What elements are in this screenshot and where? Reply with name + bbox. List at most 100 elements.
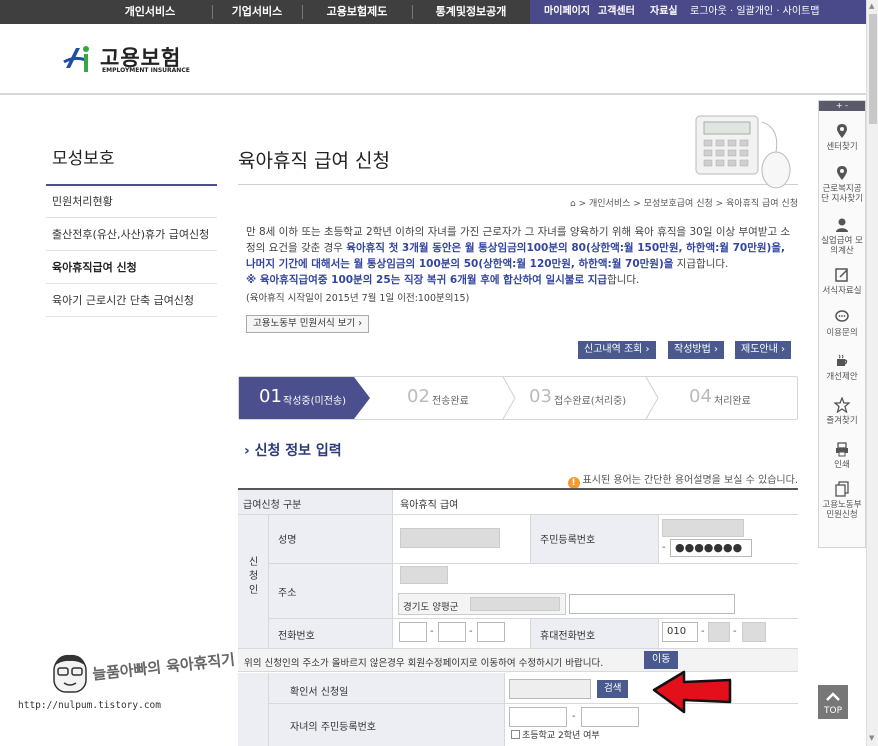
phone-field-2[interactable] <box>438 622 466 642</box>
quick-forms[interactable]: 서식자료실 <box>819 267 865 296</box>
left-menu-item-parental-leave[interactable]: 육아휴직급여 신청 <box>46 252 217 284</box>
phone-field-3[interactable] <box>477 622 505 642</box>
address-detail-redacted <box>470 597 560 611</box>
col-divider <box>268 673 269 746</box>
mobile-label: 휴대전화번호 <box>540 631 596 642</box>
elementary-check-label: 초등학교 2학년 여부 <box>522 731 600 741</box>
quick-label: 인쇄 <box>834 460 850 470</box>
phone-field-1[interactable] <box>399 622 427 642</box>
nav-insurance-system[interactable]: 고용보험제도 <box>302 0 412 24</box>
header-divider <box>0 93 866 95</box>
quick-label: 실업급여 모의계산 <box>821 236 863 256</box>
quick-benefit-calc[interactable]: 실업급여 모의계산 <box>819 217 865 256</box>
step-4-number: 04 <box>689 386 712 407</box>
step-chevron-icon <box>502 377 516 419</box>
quick-menu-toggle[interactable]: + - <box>819 101 865 111</box>
scroll-up-icon[interactable]: ▲ <box>869 2 874 10</box>
rrn-front-redacted <box>662 519 744 537</box>
child-rrn-front-field[interactable] <box>509 707 567 727</box>
left-menu-title: 모성보호 <box>52 149 115 169</box>
move-to-member-edit-button[interactable]: 이동 <box>644 651 679 669</box>
nav-personal-service[interactable]: 개인서비스 <box>100 0 200 24</box>
nav-business-service[interactable]: 기업서비스 <box>212 0 302 24</box>
quick-civil-petition[interactable]: 고용노동부 민원신청 <box>819 481 865 520</box>
help-note: ! 표시된 용어는 간단한 용어설명을 보실 수 있습니다. <box>567 471 798 489</box>
child-rrn-back-field[interactable] <box>581 707 639 727</box>
col-divider <box>658 619 659 648</box>
left-menu-item-status[interactable]: 민원처리현황 <box>46 186 217 218</box>
home-icon[interactable]: ⌂ <box>570 199 576 209</box>
scrollbar-thumb[interactable] <box>869 14 877 124</box>
logo-mark-icon <box>63 46 89 72</box>
rrn-dash: - <box>662 542 666 553</box>
nav-statistics[interactable]: 통계및정보공개 <box>412 0 530 24</box>
address-label: 주소 <box>278 588 297 599</box>
scroll-top-button[interactable]: TOP <box>818 685 848 719</box>
vertical-scrollbar[interactable]: ▲ ▼ <box>866 0 878 746</box>
step-2-label: 전송완료 <box>432 396 469 407</box>
col-divider <box>268 515 269 648</box>
lower-header-bg <box>238 673 268 746</box>
quick-suggestion[interactable]: 개선제안 <box>819 353 865 382</box>
col-divider <box>504 673 505 746</box>
quick-branch-search[interactable]: 근로복지공단 지사찾기 <box>819 165 865 204</box>
confirm-date-field[interactable] <box>509 679 591 699</box>
checkbox-icon[interactable] <box>511 730 520 739</box>
mobile-prefix-select[interactable]: 010 <box>662 622 698 642</box>
utility-links[interactable]: 로그아웃 · 일괄개인 · 사이트맵 <box>690 0 819 24</box>
intro-highlight-2: ※ 육아휴직급여중 100분의 25는 직장 복귀 6개월 후에 합산하여 일시… <box>246 274 608 286</box>
page-title: 육아휴직 급여 신청 <box>238 150 390 172</box>
nav-data-room[interactable]: 자료실 <box>650 0 678 24</box>
postcode-redacted <box>400 566 448 584</box>
child-rrn-dash: - <box>572 711 576 722</box>
step-3-label: 접수완료(처리중) <box>554 396 627 407</box>
scroll-down-icon[interactable]: ▼ <box>869 734 874 742</box>
logo-subtitle: EMPLOYMENT INSURANCE <box>102 67 190 74</box>
quick-print[interactable]: 인쇄 <box>819 441 865 470</box>
history-lookup-button[interactable]: 신고내역 조회 › <box>578 341 656 359</box>
step-4-label: 처리완료 <box>714 396 751 407</box>
nav-mypage[interactable]: 마이페이지 <box>544 0 590 24</box>
intro-paragraph: 만 8세 이하 또는 초등학교 2학년 이하의 자녀를 가진 근로자가 그 자녀… <box>246 224 798 288</box>
col-divider <box>530 515 531 563</box>
watermark-title: 늘품아빠의 육아휴직기 <box>91 650 236 684</box>
view-forms-button[interactable]: 고용노동부 민원서식 보기 › <box>246 315 369 333</box>
quick-favorites[interactable]: 즐겨찾기 <box>819 397 865 426</box>
system-guide-button[interactable]: 제도안내 › <box>735 341 791 359</box>
quick-label: 고용노동부 민원신청 <box>822 500 862 520</box>
rrn-back-field[interactable]: ●●●●●●● <box>670 539 752 557</box>
how-to-write-button[interactable]: 작성방법 › <box>668 341 724 359</box>
mobile-mid-redacted <box>708 622 730 642</box>
chevron-up-icon <box>826 692 840 701</box>
star-icon <box>834 397 850 413</box>
step-1-active: 01 작성중(미전송) <box>239 377 354 419</box>
person-icon <box>836 218 848 232</box>
blog-watermark: 늘품아빠의 육아휴직기 http://nulpum.tistory.com <box>18 648 236 718</box>
edit-document-icon <box>835 268 848 282</box>
left-menu-item-reduced-hours[interactable]: 육아기 근로시간 단축 급여신청 <box>46 285 217 317</box>
cartoon-face-icon <box>53 654 87 693</box>
scroll-top-label: TOP <box>823 706 842 716</box>
chat-bubble-icon <box>835 310 849 322</box>
intro-text-2: 지급합니다. <box>673 258 729 270</box>
mobile-last-redacted <box>742 622 766 642</box>
address-detail-field[interactable] <box>569 594 735 614</box>
coffee-cup-icon <box>837 354 848 366</box>
rrn-label: 주민등록번호 <box>540 535 596 546</box>
breadcrumb: ⌂ > 개인서비스 > 모성보호급여 신청 > 육아휴직 급여 신청 <box>570 196 798 209</box>
phone-label: 전화번호 <box>278 631 315 642</box>
nav-customer-center[interactable]: 고객센터 <box>598 0 635 24</box>
elementary-check[interactable]: 초등학교 2학년 여부 <box>511 728 600 741</box>
quick-center-search[interactable]: 센터찾기 <box>819 123 865 152</box>
top-navigation-bar: 개인서비스 기업서비스 고용보험제도 통계및정보공개 마이페이지 고객센터 자료… <box>0 0 866 24</box>
print-icon <box>836 442 848 457</box>
utility-area: 마이페이지 고객센터 자료실 로그아웃 · 일괄개인 · 사이트맵 <box>530 0 866 24</box>
left-menu-item-maternity-leave[interactable]: 출산전후(유산,사산)휴가 급여신청 <box>46 219 217 251</box>
step-1-number: 01 <box>259 386 282 407</box>
search-button[interactable]: 검색 <box>597 680 629 698</box>
breadcrumb-path: > 개인서비스 > 모성보호급여 신청 > 육아휴직 급여 신청 <box>578 199 798 209</box>
quick-menu: + - 센터찾기 근로복지공단 지사찾기 실업급여 모의계산 서식자료실 이용문… <box>818 100 866 548</box>
quick-label: 이용문의 <box>826 328 858 338</box>
quick-inquiry[interactable]: 이용문의 <box>819 309 865 338</box>
location-pin-icon <box>837 166 847 180</box>
